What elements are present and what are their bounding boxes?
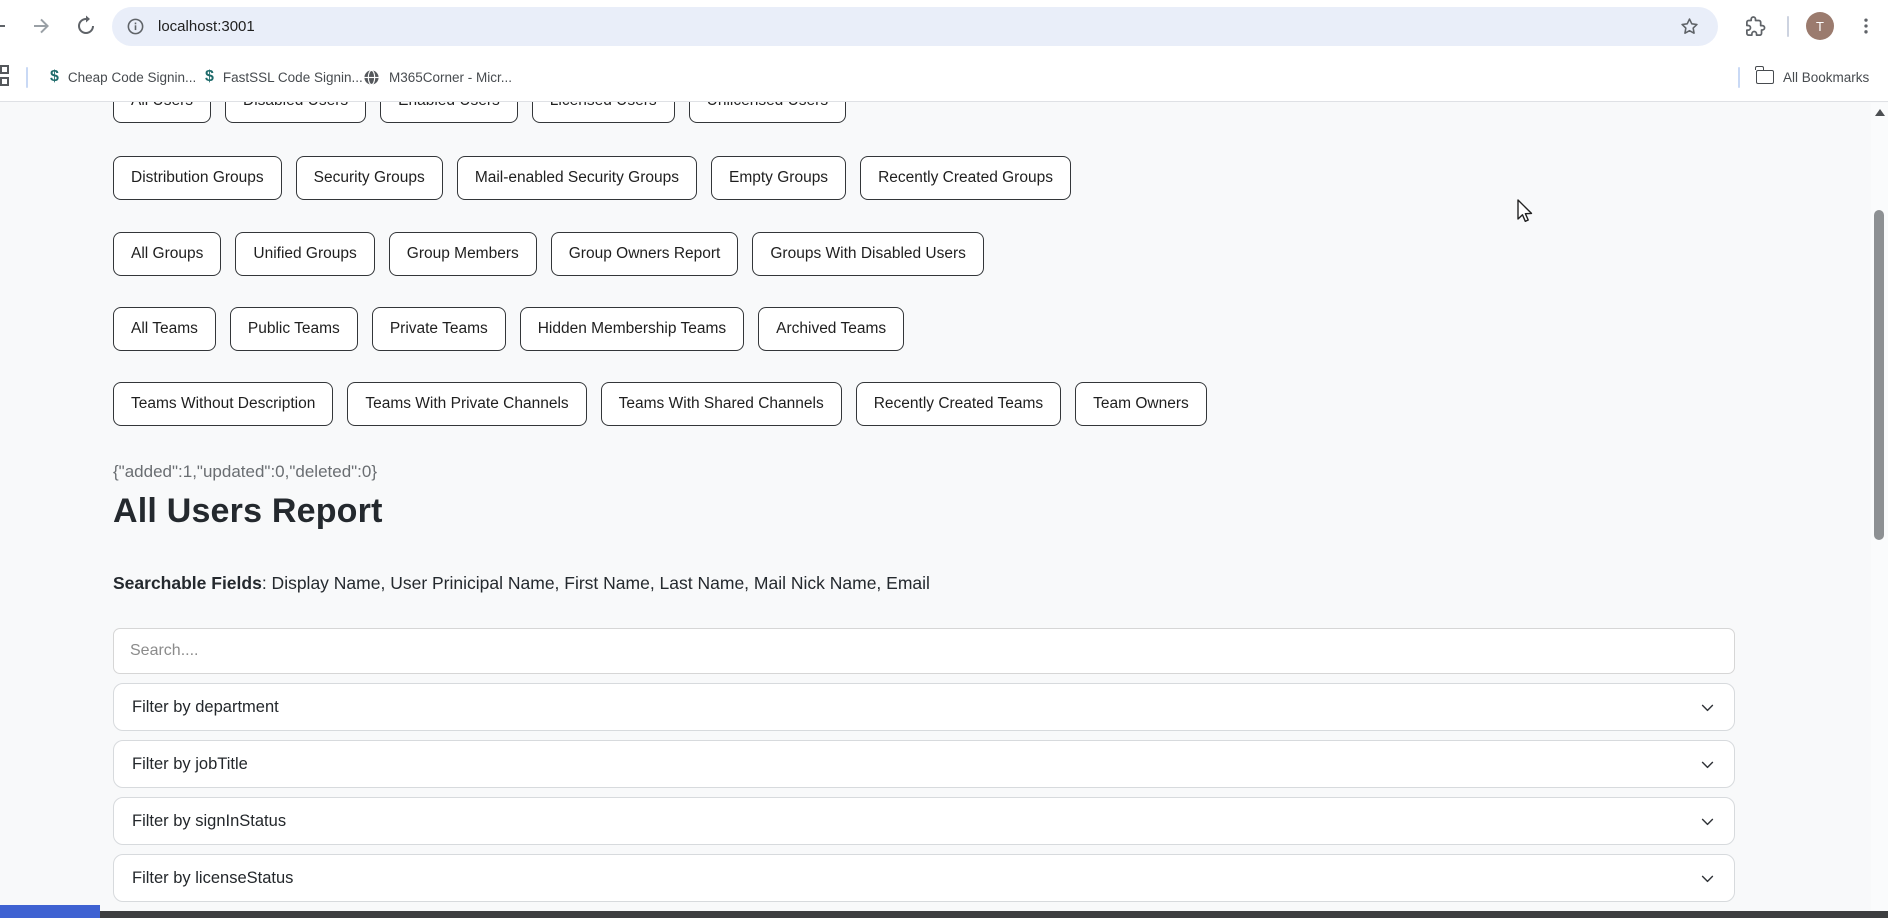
team-owners-button[interactable]: Team Owners — [1075, 382, 1207, 426]
unified-groups-button[interactable]: Unified Groups — [235, 232, 374, 276]
toolbar-separator — [1787, 16, 1789, 37]
searchable-fields-line: Searchable Fields: Display Name, User Pr… — [113, 573, 1888, 594]
all-bookmarks-button[interactable]: All Bookmarks — [1756, 52, 1869, 102]
bookmark-fastssl-code-signing[interactable]: $ FastSSL Code Signin... — [205, 52, 363, 102]
bookmark-star-icon[interactable] — [1679, 16, 1700, 37]
group-owners-report-button[interactable]: Group Owners Report — [551, 232, 739, 276]
group-members-button[interactable]: Group Members — [389, 232, 537, 276]
page-content: All Users Disabled Users Enabled Users L… — [0, 102, 1888, 918]
menu-dots-icon[interactable] — [1856, 13, 1876, 39]
filter-label: Filter by jobTitle — [132, 755, 248, 774]
reload-icon[interactable] — [74, 14, 98, 38]
back-icon[interactable] — [0, 14, 10, 38]
filter-label: Filter by signInStatus — [132, 812, 286, 831]
mouse-cursor — [1510, 196, 1536, 226]
sync-status-text: {"added":1,"updated":0,"deleted":0} — [113, 462, 1888, 482]
extensions-icon[interactable] — [1744, 15, 1767, 38]
chevron-down-icon — [1699, 756, 1716, 773]
scroll-up-icon[interactable] — [1875, 109, 1885, 116]
archived-teams-button[interactable]: Archived Teams — [758, 307, 904, 351]
url-text[interactable]: localhost:3001 — [158, 18, 255, 35]
bookmark-label: Cheap Code Signin... — [68, 70, 196, 85]
all-users-button[interactable]: All Users — [113, 102, 211, 123]
searchable-fields-value: : Display Name, User Prinicipal Name, Fi… — [262, 573, 930, 593]
bookmarks-separator — [26, 67, 28, 88]
groups-with-disabled-users-button[interactable]: Groups With Disabled Users — [752, 232, 984, 276]
bookmark-m365corner[interactable]: M365Corner - Micr... — [363, 52, 512, 102]
teams-with-shared-channels-button[interactable]: Teams With Shared Channels — [601, 382, 842, 426]
browser-toolbar: localhost:3001 T — [0, 0, 1888, 52]
private-teams-button[interactable]: Private Teams — [372, 307, 506, 351]
teams-without-description-button[interactable]: Teams Without Description — [113, 382, 333, 426]
bookmark-label: M365Corner - Micr... — [389, 70, 512, 85]
hidden-membership-teams-button[interactable]: Hidden Membership Teams — [520, 307, 744, 351]
user-reports-row: All Users Disabled Users Enabled Users L… — [113, 102, 1753, 123]
filter-licensestatus[interactable]: Filter by licenseStatus — [113, 854, 1735, 902]
group-reports-row-1: Distribution Groups Security Groups Mail… — [113, 156, 1753, 200]
filter-label: Filter by licenseStatus — [132, 869, 293, 888]
security-groups-button[interactable]: Security Groups — [296, 156, 443, 200]
chevron-down-icon — [1699, 870, 1716, 887]
bookmarks-bar: $ Cheap Code Signin... $ FastSSL Code Si… — [0, 52, 1888, 102]
teams-with-private-channels-button[interactable]: Teams With Private Channels — [347, 382, 586, 426]
address-bar[interactable]: localhost:3001 — [112, 7, 1718, 46]
filter-signinstatus[interactable]: Filter by signInStatus — [113, 797, 1735, 845]
bookmark-label: FastSSL Code Signin... — [223, 70, 363, 85]
searchable-fields-label: Searchable Fields — [113, 573, 262, 593]
team-reports-row-1: All Teams Public Teams Private Teams Hid… — [113, 307, 1753, 351]
all-teams-button[interactable]: All Teams — [113, 307, 216, 351]
licensed-users-button[interactable]: Licensed Users — [532, 102, 675, 123]
all-groups-button[interactable]: All Groups — [113, 232, 221, 276]
avatar-letter: T — [1816, 19, 1824, 34]
enabled-users-button[interactable]: Enabled Users — [380, 102, 518, 123]
unlicensed-users-button[interactable]: Unlicensed Users — [689, 102, 846, 123]
profile-avatar[interactable]: T — [1806, 12, 1834, 40]
cropped-favicon-icon[interactable] — [0, 65, 11, 89]
chevron-down-icon — [1699, 699, 1716, 716]
scrollbar-thumb[interactable] — [1874, 210, 1884, 540]
filter-jobtitle[interactable]: Filter by jobTitle — [113, 740, 1735, 788]
dollar-icon: $ — [50, 68, 59, 86]
team-reports-row-2: Teams Without Description Teams With Pri… — [113, 382, 1753, 426]
globe-icon — [363, 69, 380, 86]
folder-icon — [1756, 70, 1774, 84]
taskbar-edge-accent — [0, 905, 100, 918]
dollar-icon: $ — [205, 68, 214, 86]
filter-label: Filter by department — [132, 698, 279, 717]
recently-created-teams-button[interactable]: Recently Created Teams — [856, 382, 1061, 426]
distribution-groups-button[interactable]: Distribution Groups — [113, 156, 282, 200]
bookmarks-separator — [1738, 67, 1740, 88]
page-title: All Users Report — [113, 492, 1888, 531]
search-input[interactable] — [113, 628, 1735, 674]
site-info-icon[interactable] — [126, 17, 145, 36]
taskbar-edge — [100, 911, 1888, 918]
chevron-down-icon — [1699, 813, 1716, 830]
recently-created-groups-button[interactable]: Recently Created Groups — [860, 156, 1071, 200]
empty-groups-button[interactable]: Empty Groups — [711, 156, 846, 200]
page-scrollbar[interactable] — [1871, 103, 1888, 918]
bookmark-cheap-code-signing[interactable]: $ Cheap Code Signin... — [50, 52, 196, 102]
all-bookmarks-label: All Bookmarks — [1783, 70, 1869, 85]
filter-department[interactable]: Filter by department — [113, 683, 1735, 731]
mail-enabled-security-groups-button[interactable]: Mail-enabled Security Groups — [457, 156, 697, 200]
forward-icon[interactable] — [29, 14, 53, 38]
disabled-users-button[interactable]: Disabled Users — [225, 102, 366, 123]
group-reports-row-2: All Groups Unified Groups Group Members … — [113, 232, 1753, 276]
public-teams-button[interactable]: Public Teams — [230, 307, 358, 351]
